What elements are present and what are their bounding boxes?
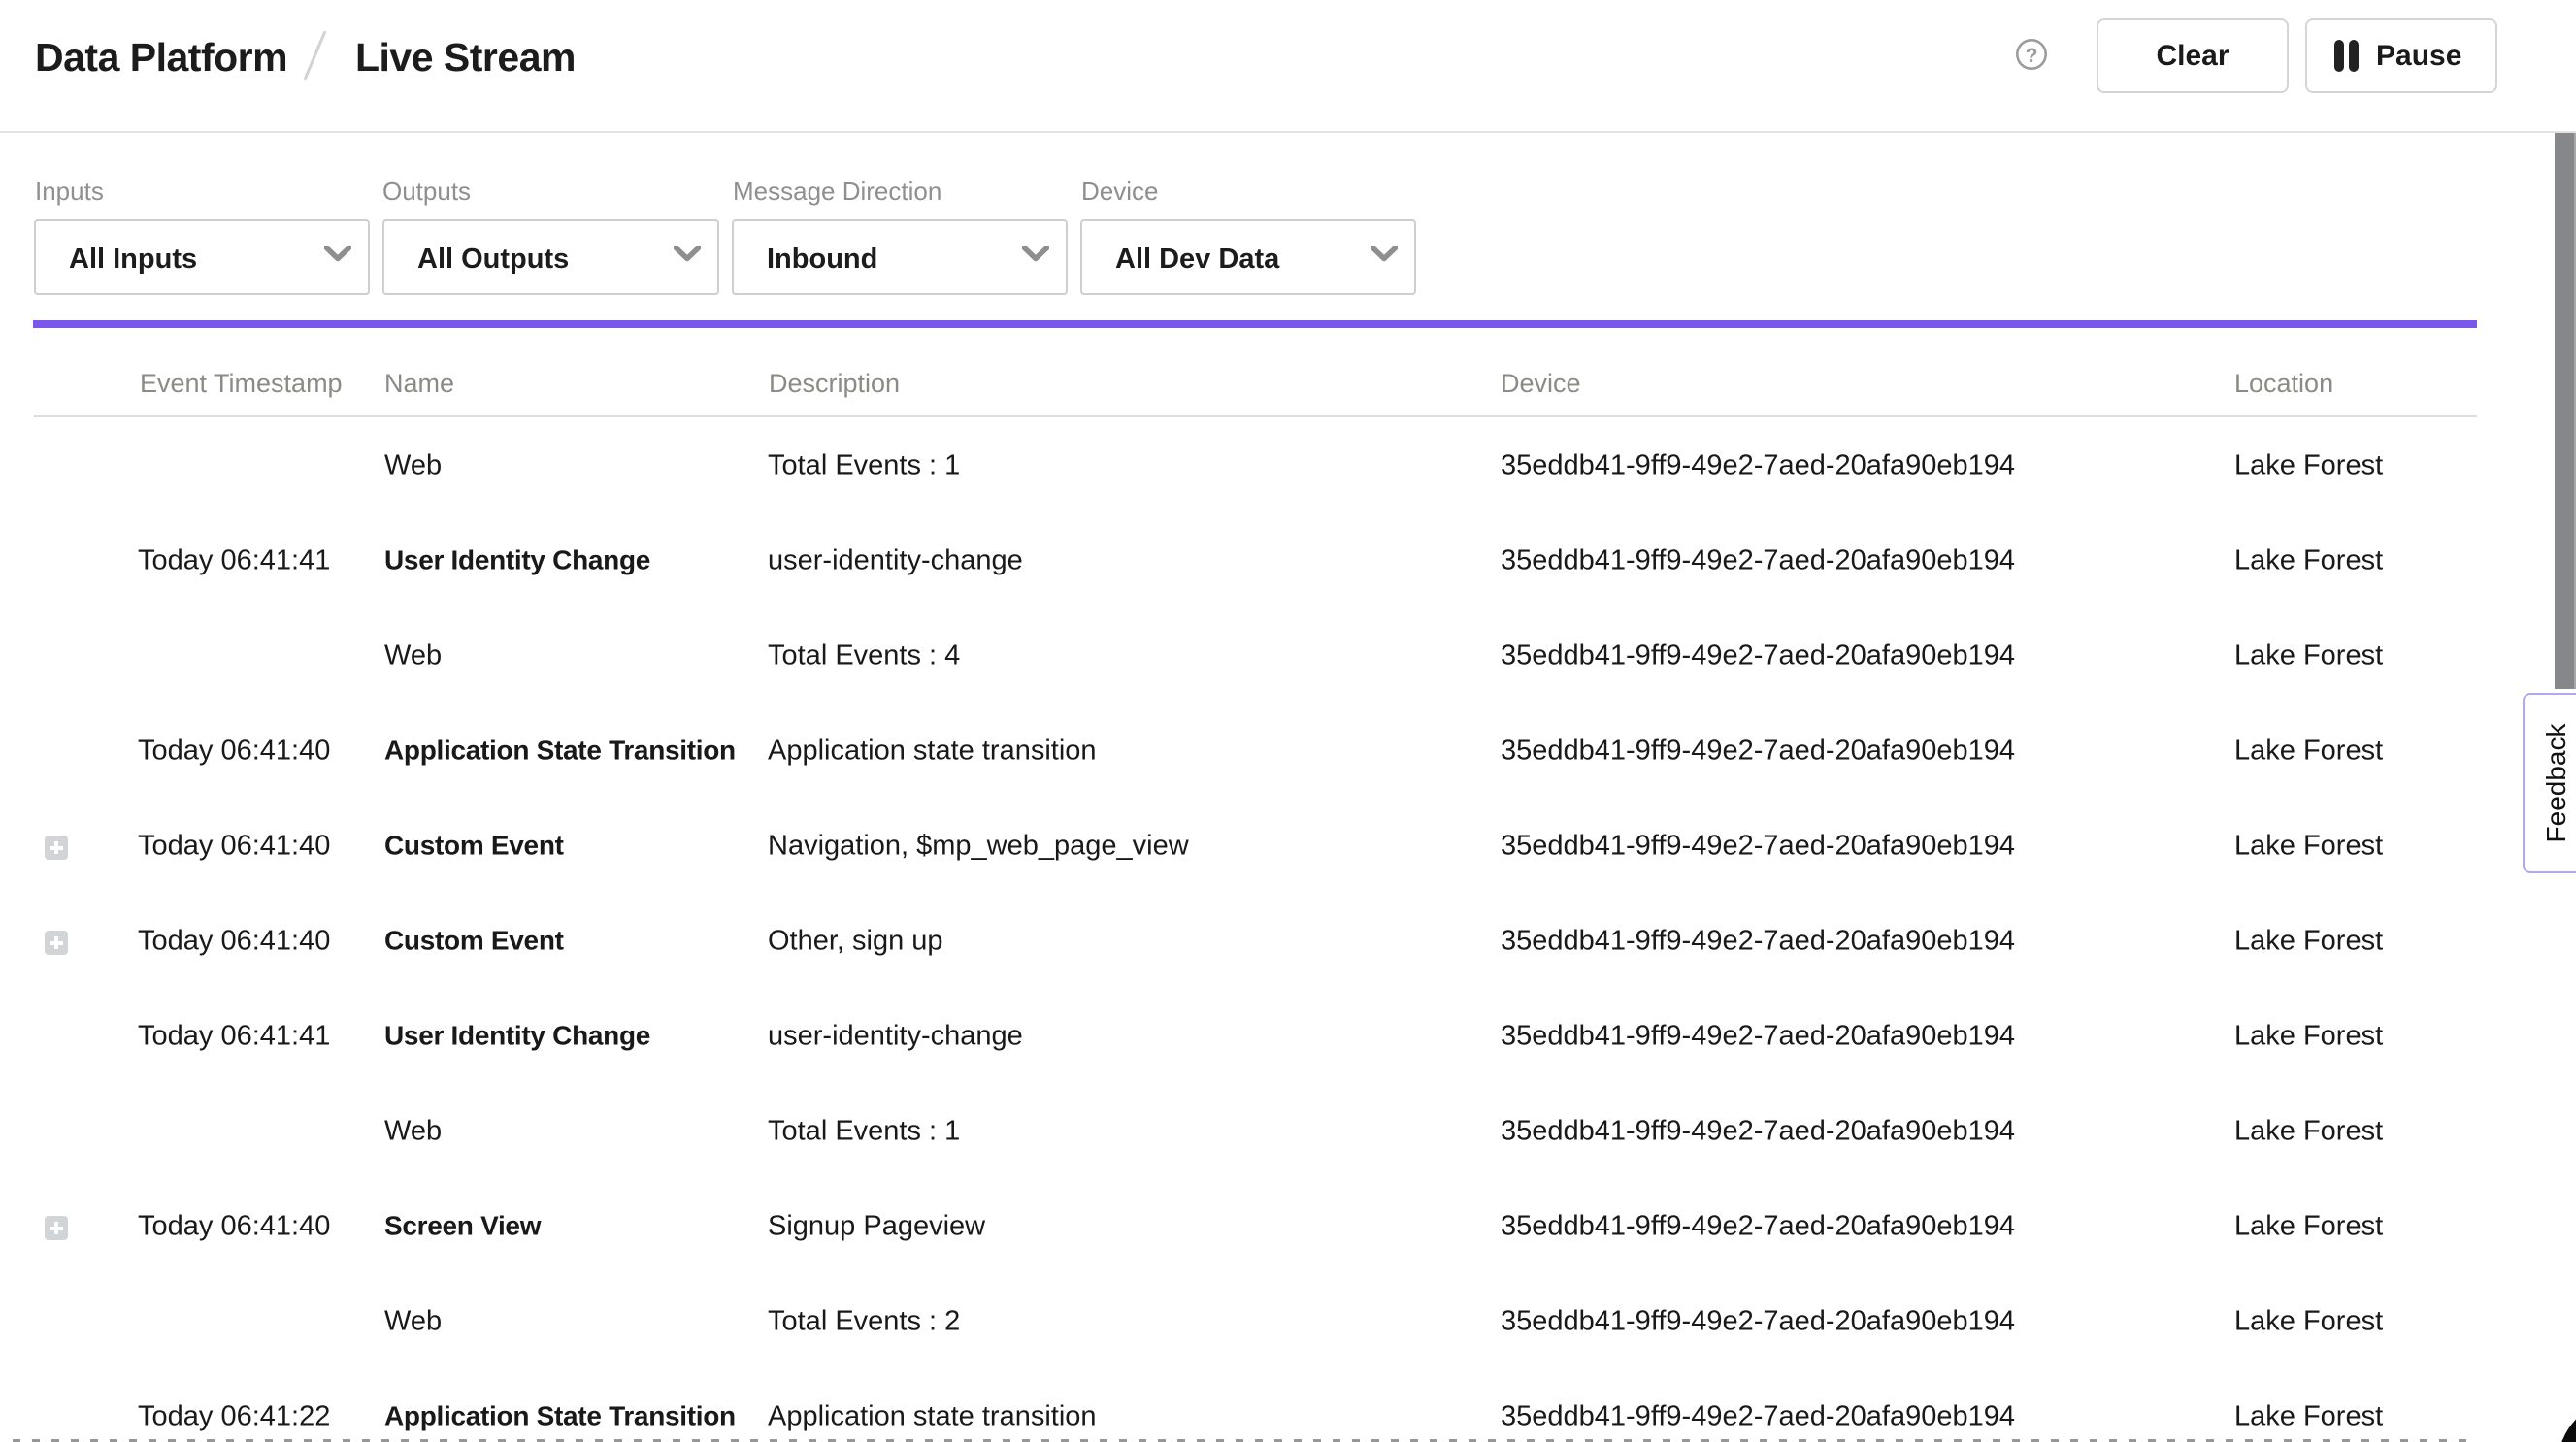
svg-text:?: ? — [2026, 45, 2038, 67]
